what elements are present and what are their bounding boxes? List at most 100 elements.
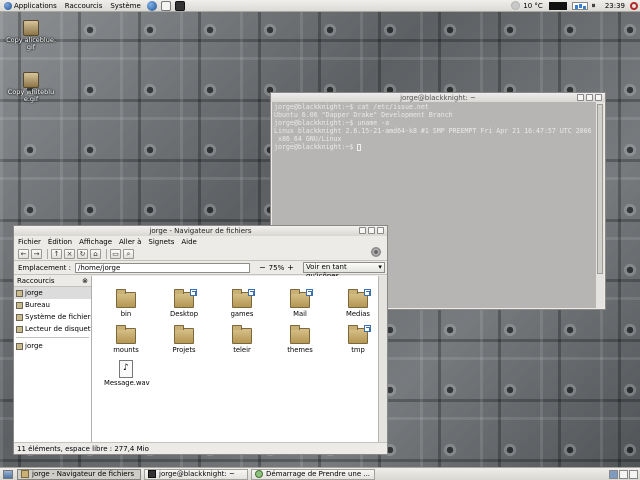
folder-icon bbox=[290, 289, 313, 308]
file-label: Message.wav bbox=[104, 379, 150, 387]
file-item[interactable]: mounts bbox=[104, 325, 148, 354]
file-label: mounts bbox=[113, 346, 139, 354]
toolbar-separator bbox=[106, 248, 107, 259]
stop-icon[interactable]: × bbox=[64, 248, 75, 259]
applications-menu-label: Applications bbox=[14, 1, 57, 10]
sidebar-header[interactable]: Raccourcis ⊗ bbox=[14, 276, 91, 287]
sidebar-item-floppy[interactable]: Lecteur de disquette bbox=[14, 323, 91, 335]
weather-icon[interactable] bbox=[511, 1, 521, 10]
desktop-icon[interactable]: Copy aliceblue.gif bbox=[6, 20, 56, 51]
folder-icon bbox=[348, 289, 371, 308]
menu-aide[interactable]: Aide bbox=[181, 238, 196, 246]
file-item[interactable]: themes bbox=[278, 325, 322, 354]
system-monitor-applet[interactable] bbox=[571, 1, 588, 10]
icon-view[interactable]: bin Desktop games Mail Medias mounts Pro… bbox=[92, 276, 378, 442]
sidebar-item-filesystem[interactable]: Système de fichiers bbox=[14, 311, 91, 323]
trash-icon[interactable] bbox=[629, 469, 638, 479]
terminal-icon[interactable] bbox=[174, 0, 185, 11]
power-icon[interactable] bbox=[630, 1, 638, 10]
location-input[interactable]: /home/jorge bbox=[74, 262, 250, 273]
folder-icon bbox=[290, 325, 310, 344]
scrollbar-thumb[interactable] bbox=[597, 104, 603, 274]
computer-icon[interactable]: ▭ bbox=[110, 248, 121, 259]
up-icon[interactable]: ↑ bbox=[51, 248, 62, 259]
sidebar-item-bookmark-jorge[interactable]: jorge bbox=[14, 340, 91, 352]
minimize-button[interactable] bbox=[577, 94, 584, 101]
file-item[interactable]: games bbox=[220, 289, 264, 318]
taskbar-item-launching[interactable]: Démarrage de Prendre une ... bbox=[251, 468, 375, 480]
file-item[interactable]: Message.wav bbox=[104, 360, 150, 387]
folder-icon bbox=[232, 289, 255, 308]
file-item[interactable]: teleir bbox=[220, 325, 264, 354]
home-folder-icon bbox=[16, 289, 23, 297]
workspace-2[interactable] bbox=[619, 469, 628, 479]
desktop-icon[interactable]: Copy whiteblue.gif bbox=[6, 72, 56, 103]
applications-menu[interactable]: Applications bbox=[0, 0, 61, 12]
forward-icon[interactable]: → bbox=[31, 248, 42, 259]
terminal-prompt: jorge@blackknight:~$ bbox=[274, 143, 358, 151]
taskbar-item-file-manager[interactable]: jorge - Navigateur de fichiers bbox=[17, 468, 141, 480]
file-label: tmp bbox=[351, 346, 365, 354]
file-item[interactable]: Projets bbox=[162, 325, 206, 354]
view-mode-select[interactable]: Voir en tant qu'icônes bbox=[302, 262, 385, 280]
zoom-out-button[interactable]: − bbox=[259, 263, 266, 272]
terminal-titlebar[interactable]: jorge@blackknight: ~ bbox=[271, 93, 605, 102]
floppy-icon bbox=[16, 325, 23, 333]
workspace-switcher bbox=[608, 469, 638, 479]
menu-edition[interactable]: Édition bbox=[48, 238, 72, 246]
taskbar-item-terminal[interactable]: jorge@blackknight: ~ bbox=[144, 468, 248, 480]
file-manager-window[interactable]: jorge - Navigateur de fichiers Fichier É… bbox=[13, 225, 388, 455]
globe-icon[interactable] bbox=[146, 0, 157, 11]
mail-icon[interactable] bbox=[160, 0, 171, 11]
zoom-in-button[interactable]: + bbox=[287, 263, 294, 272]
minimize-button[interactable] bbox=[359, 227, 366, 234]
close-sidebar-icon[interactable]: ⊗ bbox=[82, 277, 88, 285]
home-icon[interactable]: ⌂ bbox=[90, 248, 101, 259]
symlink-emblem-icon bbox=[190, 289, 197, 296]
file-item[interactable]: Mail bbox=[278, 289, 322, 318]
audio-file-icon bbox=[119, 360, 133, 378]
maximize-button[interactable] bbox=[368, 227, 375, 234]
file-label: Desktop bbox=[169, 310, 199, 318]
terminal-icon bbox=[148, 470, 156, 478]
filesystem-icon bbox=[16, 313, 23, 321]
desktop-icon-label: Copy aliceblue.gif bbox=[6, 36, 56, 51]
file-label: Projets bbox=[172, 346, 196, 354]
file-item[interactable]: bin bbox=[104, 289, 148, 318]
window-preview-applet[interactable] bbox=[548, 1, 567, 10]
back-icon[interactable]: ← bbox=[18, 248, 29, 259]
zoom-level[interactable]: 75% bbox=[269, 264, 285, 272]
menu-signets[interactable]: Signets bbox=[148, 238, 174, 246]
close-button[interactable] bbox=[377, 227, 384, 234]
symlink-emblem-icon bbox=[364, 289, 371, 296]
location-bar: Emplacement : /home/jorge − 75% + Voir e… bbox=[14, 261, 387, 280]
reload-icon[interactable]: ↻ bbox=[77, 248, 88, 259]
terminal-line: x86_64 GNU/Linux bbox=[274, 135, 342, 143]
zoom-controls: − 75% + bbox=[256, 263, 297, 272]
menu-aller-a[interactable]: Aller à bbox=[119, 238, 141, 246]
temperature[interactable]: 10 °C bbox=[520, 2, 546, 10]
systeme-menu[interactable]: Système bbox=[106, 0, 144, 12]
file-item[interactable]: Medias bbox=[336, 289, 380, 318]
throbber-icon bbox=[371, 247, 381, 257]
menu-fichier[interactable]: Fichier bbox=[18, 238, 41, 246]
file-item[interactable]: tmp bbox=[336, 325, 380, 354]
file-item[interactable]: Desktop bbox=[162, 289, 206, 318]
menu-affichage[interactable]: Affichage bbox=[79, 238, 112, 246]
volume-icon[interactable] bbox=[591, 1, 600, 10]
clock[interactable]: 23:39 bbox=[602, 2, 628, 10]
sidebar-item-bureau[interactable]: Bureau bbox=[14, 299, 91, 311]
workspace-1[interactable] bbox=[609, 469, 618, 479]
file-manager-titlebar[interactable]: jorge - Navigateur de fichiers bbox=[14, 226, 387, 236]
terminal-scrollbar[interactable] bbox=[595, 102, 604, 308]
file-manager-menubar: Fichier Édition Affichage Aller à Signet… bbox=[14, 236, 387, 247]
search-icon[interactable]: ⌕ bbox=[123, 248, 134, 259]
close-button[interactable] bbox=[595, 94, 602, 101]
maximize-button[interactable] bbox=[586, 94, 593, 101]
terminal-line: Linux blackknight 2.6.15-21-amd64-k8 #1 … bbox=[274, 127, 592, 135]
sidebar-item-home[interactable]: jorge bbox=[14, 287, 91, 299]
status-bar: 11 éléments, espace libre : 277,4 Mio bbox=[14, 442, 387, 454]
raccourcis-menu[interactable]: Raccourcis bbox=[61, 0, 107, 12]
terminal-title: jorge@blackknight: ~ bbox=[400, 93, 476, 102]
show-desktop-icon[interactable] bbox=[3, 469, 13, 479]
